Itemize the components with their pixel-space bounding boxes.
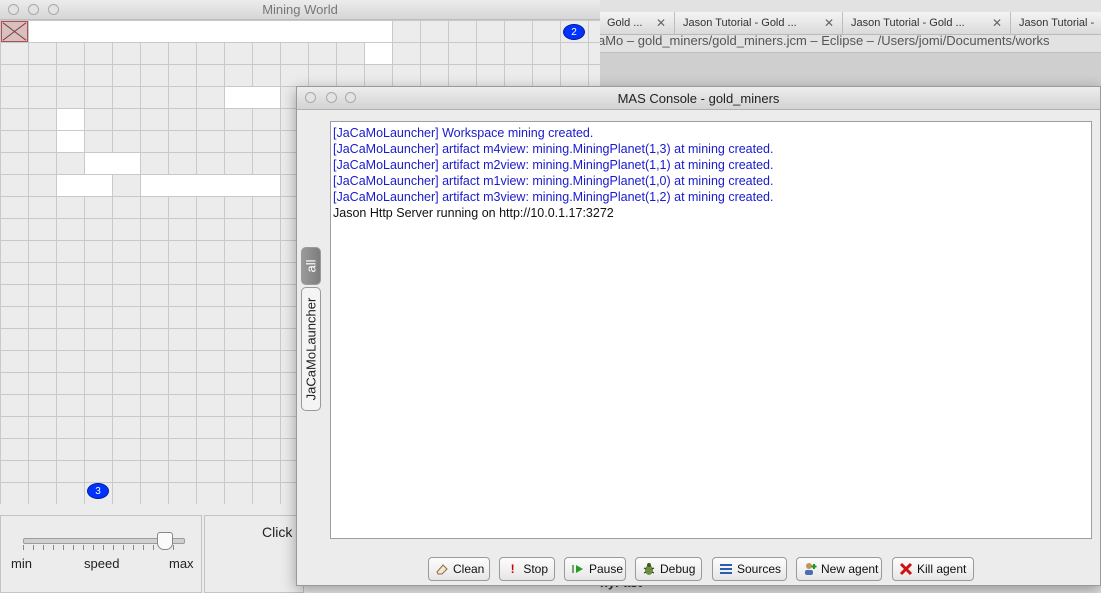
console-line: [JaCaMoLauncher] artifact m1view: mining… [333,174,774,188]
stop-label: Stop [523,562,548,576]
eclipse-tab[interactable]: Gold ... ✕ [598,12,674,34]
pause-button[interactable]: Pause [564,557,626,581]
tab-all[interactable]: all [301,247,321,285]
agent-marker: 3 [87,483,109,499]
new-agent-label: New agent [821,562,879,576]
eclipse-tab[interactable]: Jason Tutorial - Gold ... ✕ [674,12,842,34]
close-icon[interactable]: ✕ [824,12,834,34]
grid-cell [57,131,84,152]
console-line: [JaCaMoLauncher] artifact m3view: mining… [333,190,774,204]
tab-label: JaCaMoLauncher [303,297,319,401]
grid-cell [365,43,392,64]
speed-label: speed [84,556,120,571]
eclipse-window-title: aMo – gold_miners/gold_miners.jcm – Ecli… [598,33,1050,48]
mining-world-titlebar: Mining World [0,0,600,20]
debug-button[interactable]: Debug [635,557,702,581]
clean-label: Clean [453,562,485,576]
grid-cell [225,87,280,108]
speed-panel: min speed max [0,515,202,593]
clean-button[interactable]: Clean [428,557,490,581]
eclipse-tab-label: Jason Tutorial - [1019,17,1095,29]
mas-console-title: MAS Console - gold_miners [617,91,780,106]
stop-button[interactable]: ! Stop [499,557,555,581]
eclipse-tab-label: Gold ... [607,17,643,29]
speed-slider-thumb[interactable] [156,532,173,550]
list-icon [719,562,733,576]
eclipse-tab-label: Jason Tutorial - Gold ... [683,17,797,29]
depot-cell [1,21,28,42]
kill-agent-label: Kill agent [917,562,967,576]
speed-min-label: min [11,556,32,571]
mas-console-titlebar: MAS Console - gold_miners [297,87,1100,110]
bug-icon [642,562,656,576]
eraser-icon [435,562,449,576]
debug-label: Debug [660,562,696,576]
console-line: [JaCaMoLauncher] Workspace mining create… [333,126,594,140]
kill-agent-button[interactable]: Kill agent [892,557,974,581]
grid-cell [29,21,392,42]
tab-jacamolauncher[interactable]: JaCaMoLauncher [301,287,321,411]
grid-cell [57,175,112,196]
pause-label: Pause [589,562,624,576]
grid-cell [85,153,140,174]
close-icon[interactable]: ✕ [656,12,666,34]
close-icon[interactable]: ✕ [992,12,1002,34]
agent-marker: 2 [563,24,585,40]
click-panel: Click [204,515,304,593]
eclipse-tab-label: Jason Tutorial - Gold ... [851,17,965,29]
click-label: Click [262,524,293,540]
console-line: Jason Http Server running on http://10.0… [333,206,614,220]
speed-max-label: max [169,556,194,571]
grid-cell [57,109,84,130]
exclamation-icon: ! [510,562,515,576]
tab-label: all [303,259,319,273]
sources-button[interactable]: Sources [712,557,787,581]
console-line: [JaCaMoLauncher] artifact m4view: mining… [333,142,774,156]
console-line: [JaCaMoLauncher] artifact m2view: mining… [333,158,774,172]
mining-world-title: Mining World [262,2,338,17]
eclipse-toolbar [598,52,1101,87]
red-x-icon [899,562,913,576]
grid-cell [141,175,280,196]
new-agent-button[interactable]: New agent [796,557,882,581]
mas-console-window: MAS Console - gold_miners all JaCaMoLaun… [296,86,1101,586]
sources-label: Sources [737,562,782,576]
add-agent-icon [803,562,817,576]
eclipse-tab[interactable]: Jason Tutorial - Gold ... ✕ [842,12,1010,34]
play-pause-icon [571,562,585,576]
eclipse-tab[interactable]: Jason Tutorial - [1010,12,1101,34]
console-output[interactable]: [JaCaMoLauncher] Workspace mining create… [330,121,1092,539]
